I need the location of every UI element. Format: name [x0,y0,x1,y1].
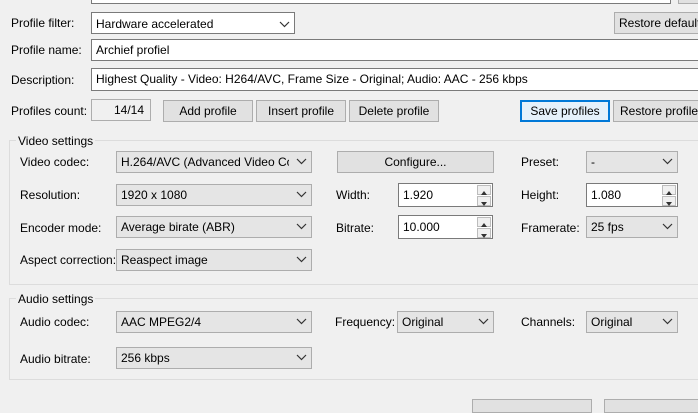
profiles-count-value-box: 14/14 [91,99,151,121]
audio-codec-select[interactable]: AAC MPEG2/4 [116,311,312,333]
spin-down-icon[interactable] [477,196,491,206]
chevron-down-icon [296,158,307,165]
audio-codec-value: AAC MPEG2/4 [121,315,202,329]
profile-filter-label: Profile filter: [11,16,75,30]
height-spin-buttons[interactable] [662,185,676,206]
framerate-value: 25 fps [591,220,624,234]
spin-down-icon[interactable] [477,228,491,238]
profile-filter-select[interactable]: Hardware accelerated [91,12,295,34]
resolution-label: Resolution: [20,188,81,202]
framerate-select[interactable]: 25 fps [586,216,678,238]
profiles-count-value: 14/14 [113,103,144,117]
top-partial-field [91,0,671,4]
channels-value: Original [591,315,633,329]
resolution-select[interactable]: 1920 x 1080 [116,184,312,206]
preset-select[interactable]: - [586,151,678,173]
restore-defaults-button[interactable]: Restore defaults [614,12,698,34]
resolution-value: 1920 x 1080 [121,188,188,202]
profile-filter-value: Hardware accelerated [96,17,214,31]
video-codec-label: Video codec: [20,155,90,169]
chevron-down-icon [296,354,307,361]
preset-value: - [591,155,595,169]
bitrate-label: Bitrate: [336,221,375,235]
frequency-select[interactable]: Original [397,311,494,333]
profiles-count-label: Profiles count: [11,104,88,118]
audio-codec-label: Audio codec: [20,315,90,329]
insert-profile-button[interactable]: Insert profile [256,100,346,122]
aspect-correction-select[interactable]: Reaspect image [116,249,312,271]
width-spin-buttons[interactable] [477,185,491,206]
chevron-down-icon [662,223,673,230]
channels-label: Channels: [521,315,576,329]
chevron-down-icon [478,318,489,325]
chevron-down-icon [662,158,673,165]
description-label: Description: [11,73,75,87]
video-codec-select[interactable]: H.264/AVC (Advanced Video Coding) [116,151,312,173]
width-spinbox[interactable]: 1.920 [398,183,493,207]
encoder-mode-value: Average birate (ABR) [121,220,235,234]
encoder-mode-label: Encoder mode: [20,221,102,235]
video-settings-title: Video settings [16,134,96,148]
width-value: 1.920 [403,188,434,202]
frequency-label: Frequency: [335,315,396,329]
chevron-down-icon [296,191,307,198]
restore-profiles-button[interactable]: Restore profiles [613,100,698,122]
audio-settings-title: Audio settings [16,292,96,306]
audio-bitrate-value: 256 kbps [121,351,170,365]
description-input[interactable]: Highest Quality - Video: H264/AVC, Frame… [91,68,698,91]
framerate-label: Framerate: [521,221,580,235]
profile-name-input[interactable]: Archief profiel [91,39,698,61]
aspect-correction-value: Reaspect image [121,253,208,267]
profile-name-label: Profile name: [11,43,82,57]
delete-profile-button[interactable]: Delete profile [349,100,439,122]
height-label: Height: [521,188,560,202]
bottom-partial-button-left[interactable] [472,399,592,413]
spin-down-icon[interactable] [662,196,676,206]
chevron-down-icon [296,256,307,263]
bitrate-value: 10.000 [403,220,440,234]
preset-label: Preset: [521,155,560,169]
bottom-partial-button-right[interactable] [604,399,698,413]
chevron-down-icon [662,318,673,325]
bitrate-spinbox[interactable]: 10.000 [398,215,493,239]
height-spinbox[interactable]: 1.080 [586,183,678,207]
spin-up-icon[interactable] [662,185,676,195]
chevron-down-icon [296,318,307,325]
spin-up-icon[interactable] [477,185,491,195]
height-value: 1.080 [591,188,622,202]
configure-button[interactable]: Configure... [337,151,494,173]
width-label: Width: [336,188,371,202]
frequency-value: Original [402,315,444,329]
video-codec-value: H.264/AVC (Advanced Video Coding) [121,155,289,169]
chevron-down-icon [296,223,307,230]
save-profiles-button[interactable]: Save profiles [520,100,610,122]
encoder-mode-select[interactable]: Average birate (ABR) [116,216,312,238]
spin-up-icon[interactable] [477,217,491,227]
add-profile-button[interactable]: Add profile [163,100,253,122]
top-partial-button [678,0,698,4]
chevron-down-icon [279,21,290,28]
channels-select[interactable]: Original [586,311,678,333]
audio-bitrate-select[interactable]: 256 kbps [116,347,312,369]
bitrate-spin-buttons[interactable] [477,217,491,238]
aspect-correction-label: Aspect correction: [20,253,117,267]
audio-bitrate-label: Audio bitrate: [20,352,91,366]
